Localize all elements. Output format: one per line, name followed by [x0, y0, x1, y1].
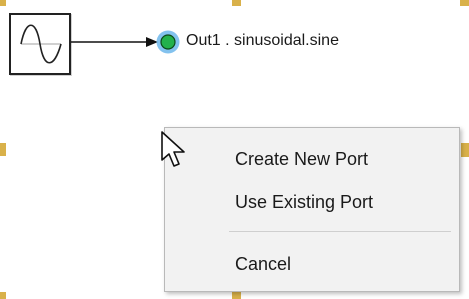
menu-item-label: Cancel — [235, 254, 292, 274]
menu-item-label: Use Existing Port — [235, 192, 374, 212]
menu-item-label: Create New Port — [235, 149, 369, 169]
model-canvas[interactable]: Out1 . sinusoidal.sine Create New Port U… — [0, 0, 469, 299]
menu-item-create-new-port[interactable]: Create New Port — [165, 140, 459, 178]
port-label: Out1 . sinusoidal.sine — [186, 32, 339, 49]
output-port-indicator[interactable] — [156, 30, 180, 54]
mouse-pointer-icon — [161, 131, 185, 167]
menu-separator — [229, 231, 451, 232]
context-menu: Create New Port Use Existing Port Cancel — [164, 127, 460, 292]
menu-item-use-existing-port[interactable]: Use Existing Port — [165, 183, 459, 221]
menu-item-cancel[interactable]: Cancel — [165, 245, 459, 283]
